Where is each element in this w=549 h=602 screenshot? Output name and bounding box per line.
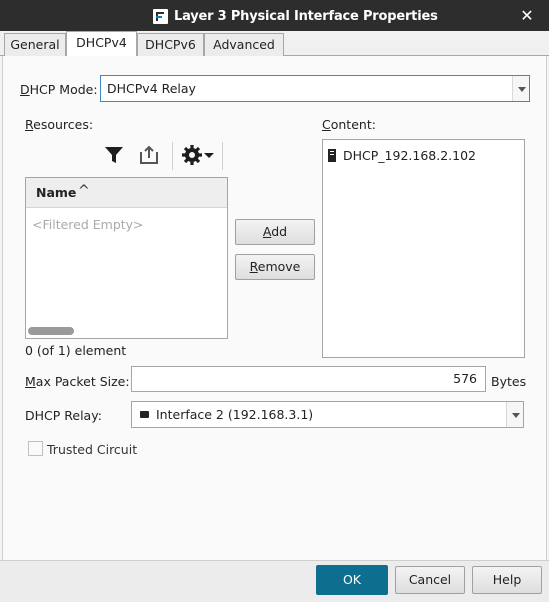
dhcpv4-panel-inner: DHCP Mode: DHCPv4 Relay Resources: Name … xyxy=(2,56,547,560)
content-item-label: DHCP_192.168.2.102 xyxy=(343,147,476,163)
dialog-footer: OK Cancel Help xyxy=(0,560,549,602)
max-packet-size-label: Max Packet Size: xyxy=(25,374,130,389)
dhcp-mode-select[interactable]: DHCPv4 Relay xyxy=(100,75,530,102)
close-icon[interactable]: ✕ xyxy=(518,7,536,25)
toolbar-divider xyxy=(222,142,223,170)
remove-button[interactable]: Remove xyxy=(235,254,315,280)
dhcp-relay-label: DHCP Relay: xyxy=(25,408,102,423)
cancel-button[interactable]: Cancel xyxy=(395,566,465,594)
help-button[interactable]: Help xyxy=(472,566,542,594)
name-column-label: Name xyxy=(36,185,77,200)
resources-list[interactable]: Name ^ <Filtered Empty> xyxy=(25,177,228,339)
title-wrap: Layer 3 Physical Interface Properties xyxy=(153,7,438,25)
filter-icon[interactable] xyxy=(102,143,126,167)
window-title: Layer 3 Physical Interface Properties xyxy=(174,8,438,24)
content-label: Content: xyxy=(322,117,376,132)
dhcp-mode-label: DHCP Mode: xyxy=(20,82,98,97)
resources-label: Resources: xyxy=(25,117,94,132)
tab-strip: General DHCPv4 DHCPv6 Advanced xyxy=(0,31,549,57)
tab-advanced[interactable]: Advanced xyxy=(204,33,284,56)
sort-ascending-icon: ^ xyxy=(78,183,90,199)
toolbar-divider xyxy=(172,142,173,170)
interface-icon xyxy=(140,411,149,418)
max-packet-size-input[interactable]: 576 xyxy=(131,366,486,392)
horizontal-scrollbar[interactable] xyxy=(28,327,74,335)
content-list[interactable]: DHCP_192.168.2.102 xyxy=(322,139,525,358)
tab-dhcpv6[interactable]: DHCPv6 xyxy=(137,33,204,56)
title-bar: Layer 3 Physical Interface Properties ✕ xyxy=(0,0,549,31)
export-icon[interactable] xyxy=(137,143,161,167)
add-button[interactable]: Add xyxy=(235,219,315,245)
resources-column-header[interactable]: Name ^ xyxy=(26,178,227,208)
trusted-circuit-label: Trusted Circuit xyxy=(47,442,138,457)
chevron-down-icon[interactable] xyxy=(512,76,529,101)
gear-icon[interactable] xyxy=(180,143,204,167)
server-icon xyxy=(328,148,336,162)
app-logo-icon xyxy=(153,8,168,24)
list-item[interactable]: DHCP_192.168.2.102 xyxy=(328,146,476,164)
max-packet-size-value: 576 xyxy=(453,371,477,386)
chevron-down-icon[interactable] xyxy=(506,402,523,427)
empty-placeholder: <Filtered Empty> xyxy=(32,217,144,232)
bytes-unit-label: Bytes xyxy=(491,374,527,389)
tab-dhcpv4[interactable]: DHCPv4 xyxy=(66,31,137,57)
dhcp-mode-value: DHCPv4 Relay xyxy=(107,81,196,96)
dhcp-relay-select[interactable]: Interface 2 (192.168.3.1) xyxy=(131,401,524,428)
chevron-down-icon[interactable] xyxy=(202,143,216,167)
tab-general[interactable]: General xyxy=(4,33,66,56)
trusted-circuit-checkbox[interactable] xyxy=(28,441,43,456)
dhcp-relay-value: Interface 2 (192.168.3.1) xyxy=(156,407,314,422)
element-count: 0 (of 1) element xyxy=(25,343,127,358)
dhcpv4-panel: DHCP Mode: DHCPv4 Relay Resources: Name … xyxy=(0,56,549,560)
ok-button[interactable]: OK xyxy=(316,565,388,595)
